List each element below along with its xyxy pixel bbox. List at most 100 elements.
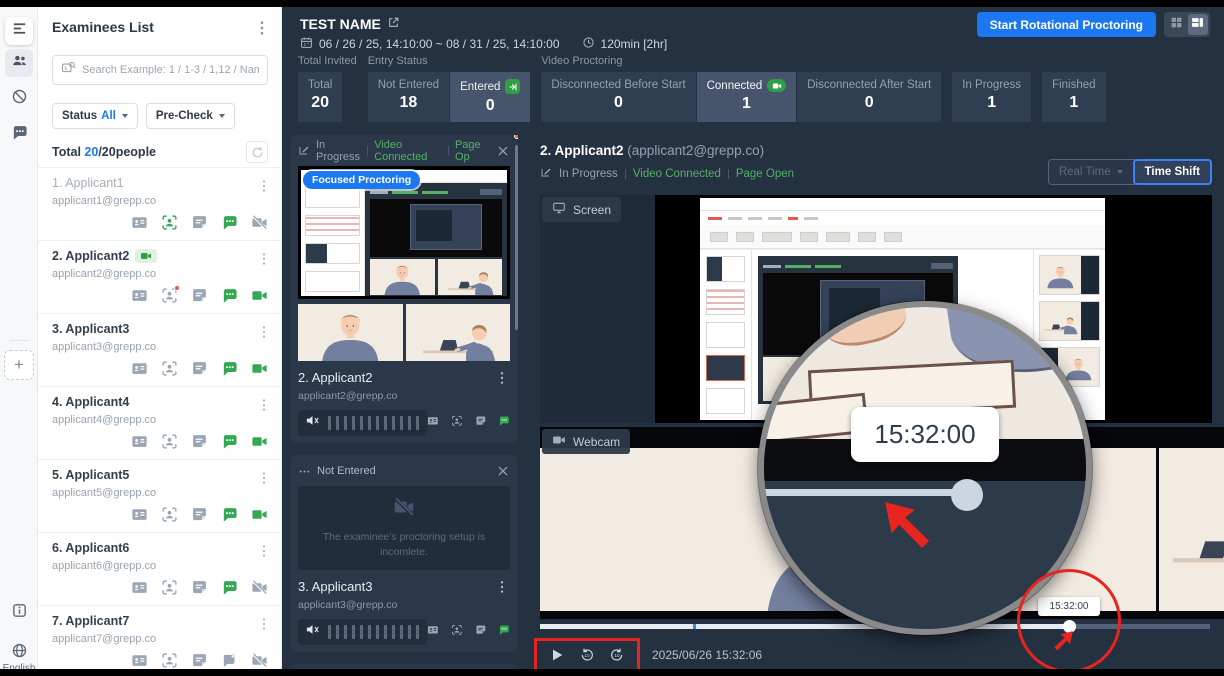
face-check-icon[interactable] (161, 652, 178, 669)
examinee-list-item[interactable]: 7. Applicant7 applicant7@grepp.co (38, 605, 281, 669)
chat-icon[interactable] (221, 433, 238, 450)
examinees-kebab-menu[interactable] (253, 19, 271, 37)
webcam-thumbnail-front[interactable] (298, 304, 403, 361)
id-card-icon[interactable] (131, 433, 148, 450)
not-entered-card-partial[interactable]: Not Entered (290, 664, 518, 669)
video-off-icon[interactable] (251, 214, 268, 231)
real-time-button[interactable]: Real Time (1049, 166, 1133, 178)
memo-icon[interactable] (191, 214, 208, 231)
face-check-icon[interactable] (451, 623, 463, 641)
close-icon[interactable] (496, 464, 510, 478)
examinee-list-item[interactable]: 5. Applicant5 applicant5@grepp.co (38, 459, 281, 532)
kebab-menu[interactable] (256, 324, 272, 340)
chat-icon[interactable] (221, 579, 238, 596)
video-on-icon[interactable] (251, 506, 268, 523)
id-card-icon[interactable] (131, 287, 148, 304)
kebab-menu[interactable] (494, 579, 510, 595)
forward-10-button[interactable]: 10 (607, 645, 627, 665)
memo-icon[interactable] (475, 623, 487, 641)
id-card-icon[interactable] (427, 623, 439, 641)
memo-icon[interactable] (475, 414, 487, 432)
nav-chat-button[interactable] (5, 121, 33, 149)
video-on-icon[interactable] (251, 433, 268, 450)
face-check-icon[interactable] (161, 506, 178, 523)
search-input[interactable] (82, 64, 259, 76)
chat-icon[interactable] (221, 214, 238, 231)
speaker-muted-icon[interactable] (305, 413, 320, 433)
face-check-icon[interactable] (451, 135, 518, 432)
id-card-icon[interactable] (131, 214, 148, 231)
stat-cell[interactable]: Finished 1 (1042, 72, 1106, 122)
status-filter-button[interactable]: Status All (52, 103, 138, 129)
chat-icon[interactable] (221, 360, 238, 377)
memo-icon[interactable] (191, 506, 208, 523)
face-check-icon[interactable] (161, 360, 178, 377)
face-check-icon[interactable] (161, 433, 178, 450)
grid-view-button[interactable] (1166, 14, 1187, 35)
webcam-thumbnail-side[interactable] (405, 304, 510, 361)
collapse-list-button[interactable] (5, 17, 33, 45)
examinee-list-item[interactable]: 3. Applicant3 applicant3@grepp.co (38, 313, 281, 386)
video-off-icon[interactable] (251, 579, 268, 596)
mobile-cam-video[interactable] (1159, 448, 1224, 611)
memo-icon[interactable] (191, 652, 208, 669)
video-on-icon[interactable] (251, 287, 268, 304)
kebab-menu[interactable] (256, 616, 272, 632)
id-card-icon[interactable] (131, 360, 148, 377)
face-check-icon[interactable] (161, 214, 178, 231)
stat-cell[interactable]: Disconnected After Start 0 (797, 72, 942, 122)
video-on-icon[interactable] (251, 360, 268, 377)
focus-view-button[interactable] (1187, 14, 1208, 35)
id-card-icon[interactable] (427, 414, 439, 432)
kebab-menu[interactable] (256, 178, 272, 194)
play-button[interactable] (547, 645, 567, 665)
video-off-icon[interactable] (251, 652, 268, 669)
id-card-icon[interactable] (131, 652, 148, 669)
examinee-list-item[interactable]: 2. Applicant2 applicant2@grepp.co (38, 240, 281, 313)
kebab-menu[interactable] (494, 370, 510, 386)
add-button[interactable]: + (4, 350, 34, 380)
stat-cell[interactable]: Disconnected Before Start 0 (541, 72, 696, 122)
rewind-10-button[interactable]: 10 (577, 645, 597, 665)
speaker-muted-icon[interactable] (305, 622, 320, 642)
chat-icon[interactable] (498, 623, 510, 641)
not-entered-card[interactable]: Not Entered The examinee's proctoring se… (290, 455, 518, 652)
face-check-icon[interactable] (161, 285, 180, 304)
id-card-icon[interactable] (131, 579, 148, 596)
stat-cell[interactable]: Not Entered 18 (367, 72, 450, 122)
kebab-menu[interactable] (256, 397, 272, 413)
scrollbar[interactable] (515, 145, 518, 330)
memo-icon[interactable] (191, 360, 208, 377)
stat-cell[interactable]: Total 20 (298, 72, 343, 122)
id-card-icon[interactable] (131, 506, 148, 523)
info-button[interactable] (5, 599, 33, 627)
examinee-list-item[interactable]: 1. Applicant1 applicant1@grepp.co (38, 167, 281, 240)
focused-examinee-card[interactable]: In Progress Video Connected Page Op Focu… (290, 135, 518, 443)
chat-add-icon[interactable] (221, 652, 238, 669)
nav-blocked-button[interactable] (5, 85, 33, 113)
stat-cell[interactable]: Entered 0 (450, 72, 531, 122)
examinee-list-item[interactable]: 6. Applicant6 applicant6@grepp.co (38, 532, 281, 605)
external-link-icon[interactable] (387, 16, 400, 32)
kebab-menu[interactable] (256, 543, 272, 559)
precheck-filter-button[interactable]: Pre-Check (145, 103, 235, 129)
close-icon[interactable] (496, 144, 510, 158)
stat-cell[interactable]: In Progress 1 (952, 72, 1032, 122)
time-shift-button[interactable]: Time Shift (1132, 159, 1212, 185)
memo-icon[interactable] (191, 287, 208, 304)
kebab-menu[interactable] (256, 470, 272, 486)
refresh-button[interactable] (246, 141, 268, 163)
chat-icon[interactable] (498, 414, 510, 432)
focused-screen-thumbnail[interactable]: Focused Proctoring (298, 166, 510, 299)
examinee-list-item[interactable]: 4. Applicant4 applicant4@grepp.co (38, 386, 281, 459)
face-check-icon[interactable] (161, 579, 178, 596)
kebab-menu[interactable] (256, 251, 272, 267)
start-rotational-proctoring-button[interactable]: Start Rotational Proctoring (976, 12, 1156, 37)
memo-icon[interactable] (191, 433, 208, 450)
memo-icon[interactable] (191, 579, 208, 596)
nav-examinees-button[interactable] (5, 49, 33, 77)
chat-icon[interactable] (221, 506, 238, 523)
chat-icon[interactable] (221, 287, 238, 304)
separator (367, 146, 369, 156)
stat-cell[interactable]: Connected 1 (696, 72, 797, 122)
